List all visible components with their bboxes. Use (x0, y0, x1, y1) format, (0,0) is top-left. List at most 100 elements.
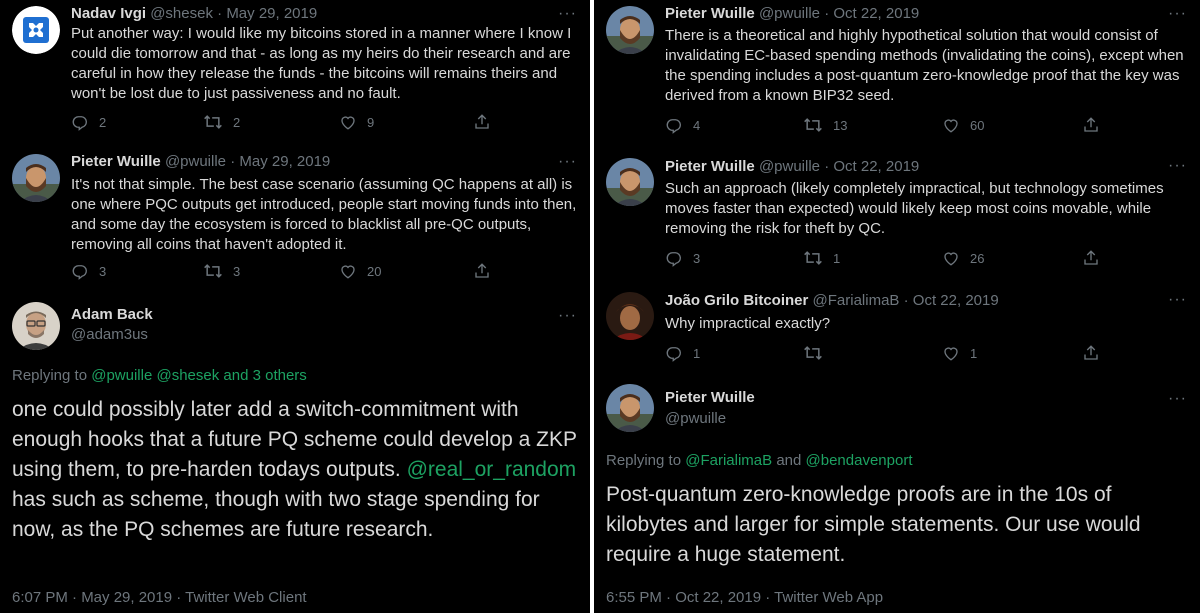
replying-to-link-2[interactable]: @bendavenport (806, 452, 913, 469)
tweet-text: Post-quantum zero-knowledge proofs are i… (606, 483, 1141, 566)
retweet-count: 3 (233, 263, 241, 279)
like-count: 60 (970, 117, 985, 133)
separator: · (230, 153, 236, 170)
tweet-nadav[interactable]: Nadav Ivgi @shesek · May 29, 2019 ··· Pu… (0, 0, 590, 148)
avatar[interactable] (606, 292, 654, 340)
share-button[interactable] (473, 113, 491, 131)
tweet-joao[interactable]: João Grilo Bitcoiner @FarialimaB · Oct 2… (594, 286, 1200, 374)
retweet-button[interactable]: 13 (803, 116, 847, 134)
retweet-button[interactable]: 1 (803, 249, 840, 267)
user-handle[interactable]: @pwuille (759, 5, 820, 22)
mention-link[interactable]: @real_or_random (407, 458, 577, 481)
like-count: 20 (367, 263, 382, 279)
user-handle[interactable]: @pwuille (759, 158, 820, 175)
focused-tweet-pieter: Pieter Wuille @pwuille ··· Replying to @… (594, 374, 1200, 613)
tweet-date[interactable]: Oct 22, 2019 (833, 5, 919, 22)
right-thread-panel: Pieter Wuille @pwuille · Oct 22, 2019 ··… (594, 0, 1200, 613)
user-handle[interactable]: @shesek (150, 5, 213, 22)
replying-to-link-1[interactable]: @FarialimaB (685, 452, 772, 469)
retweet-icon (804, 346, 822, 360)
replying-label: Replying to (12, 367, 88, 384)
display-name[interactable]: Pieter Wuille (665, 388, 755, 408)
tweet-timestamp[interactable]: 6:07 PM · May 29, 2019 · Twitter Web Cli… (12, 588, 307, 608)
reply-icon (72, 265, 87, 280)
user-handle[interactable]: @pwuille (165, 153, 226, 170)
tweet-text-part-2: has such as scheme, though with two stag… (12, 488, 540, 541)
tweet-header: Nadav Ivgi @shesek · May 29, 2019 (71, 4, 317, 24)
more-icon[interactable]: ··· (1168, 391, 1187, 407)
avatar[interactable] (12, 154, 60, 202)
reply-button[interactable]: 3 (665, 249, 700, 267)
tweet-pieter-1[interactable]: Pieter Wuille @pwuille · May 29, 2019 ··… (0, 148, 590, 288)
avatar[interactable] (606, 158, 654, 206)
display-name[interactable]: Adam Back (71, 305, 153, 325)
tweet-date[interactable]: Oct 22, 2019 (913, 292, 999, 309)
tweet-text: Put another way: I would like my bitcoin… (71, 25, 572, 102)
left-thread-panel: Nadav Ivgi @shesek · May 29, 2019 ··· Pu… (0, 0, 590, 613)
tweet-pieter-3[interactable]: Pieter Wuille @pwuille · Oct 22, 2019 ··… (594, 152, 1200, 286)
reply-count: 3 (99, 263, 107, 279)
tweet-actions: 2 2 9 (71, 113, 576, 133)
display-name[interactable]: Pieter Wuille (665, 158, 755, 175)
more-icon[interactable]: ··· (1168, 292, 1187, 308)
replying-to-link[interactable]: @pwuille @shesek and 3 others (91, 367, 307, 384)
share-button[interactable] (1082, 116, 1100, 134)
tweet-text: It's not that simple. The best case scen… (71, 176, 577, 253)
tweet-date[interactable]: May 29, 2019 (239, 153, 330, 170)
avatar[interactable] (12, 302, 60, 350)
avatar[interactable] (12, 6, 60, 54)
retweet-button[interactable]: 3 (203, 262, 240, 280)
reply-count: 3 (693, 250, 701, 266)
share-button[interactable] (1082, 344, 1100, 362)
retweet-button[interactable]: 2 (203, 113, 240, 131)
display-name[interactable]: Pieter Wuille (71, 153, 161, 170)
like-button[interactable]: 1 (942, 344, 977, 362)
tweet-actions: 1 1 (665, 344, 1185, 364)
like-button[interactable]: 60 (942, 116, 984, 134)
more-icon[interactable]: ··· (558, 6, 577, 22)
display-name[interactable]: Pieter Wuille (665, 5, 755, 22)
avatar[interactable] (606, 6, 654, 54)
more-icon[interactable]: ··· (558, 308, 577, 324)
share-button[interactable] (1082, 249, 1100, 267)
tweet-date[interactable]: May 29, 2019 (226, 5, 317, 22)
display-name[interactable]: João Grilo Bitcoiner (665, 292, 808, 309)
more-icon[interactable]: ··· (1168, 158, 1187, 174)
like-button[interactable]: 9 (339, 113, 374, 131)
share-icon (1084, 117, 1098, 132)
tweet-header: Pieter Wuille @pwuille · Oct 22, 2019 (665, 157, 919, 177)
avatar[interactable] (606, 384, 654, 432)
tweet-text: Why impractical exactly? (665, 315, 831, 332)
retweet-icon (804, 251, 822, 265)
like-button[interactable]: 20 (339, 262, 381, 280)
more-icon[interactable]: ··· (1168, 6, 1187, 22)
separator: · (903, 292, 909, 309)
retweet-count: 1 (833, 250, 841, 266)
user-handle[interactable]: @adam3us (71, 325, 148, 345)
like-icon (944, 347, 958, 361)
share-icon (475, 263, 489, 278)
user-handle[interactable]: @FarialimaB (813, 292, 900, 309)
tweet-timestamp[interactable]: 6:55 PM · Oct 22, 2019 · Twitter Web App (606, 588, 883, 608)
share-button[interactable] (473, 262, 491, 280)
reply-button[interactable]: 3 (71, 262, 106, 280)
user-handle[interactable]: @pwuille (665, 409, 726, 429)
focused-tweet-adam: Adam Back @adam3us ··· Replying to @pwui… (0, 288, 590, 613)
retweet-button[interactable] (803, 344, 833, 362)
like-count: 1 (970, 345, 978, 361)
tweet-text: one could possibly later add a switch-co… (12, 395, 584, 545)
retweet-count: 2 (233, 114, 241, 130)
replying-to: Replying to @FarialimaB and @bendavenpor… (606, 451, 913, 471)
reply-button[interactable]: 4 (665, 116, 700, 134)
display-name[interactable]: Nadav Ivgi (71, 5, 146, 22)
more-icon[interactable]: ··· (558, 154, 577, 170)
reply-button[interactable]: 2 (71, 113, 106, 131)
separator: · (824, 5, 830, 22)
tweet-date[interactable]: Oct 22, 2019 (833, 158, 919, 175)
tweet-pieter-2[interactable]: Pieter Wuille @pwuille · Oct 22, 2019 ··… (594, 0, 1200, 152)
reply-count: 4 (693, 117, 701, 133)
reply-icon (666, 347, 681, 362)
tweet-actions: 3 1 26 (665, 249, 1185, 269)
like-button[interactable]: 26 (942, 249, 984, 267)
reply-button[interactable]: 1 (665, 344, 700, 362)
